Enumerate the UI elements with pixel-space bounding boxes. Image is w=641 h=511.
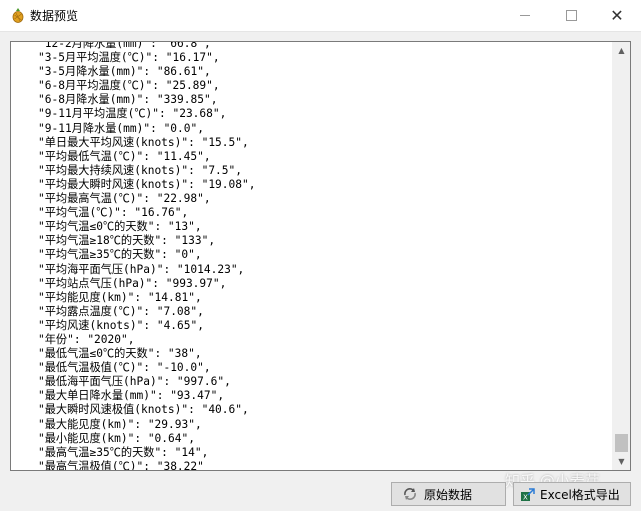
json-line: "平均最低气温(℃)": "11.45", (38, 149, 211, 163)
scroll-down-arrow-icon[interactable]: ▼ (613, 453, 630, 470)
close-button[interactable]: ✕ (594, 0, 640, 31)
json-line: "最低海平面气压(hPa)": "997.6", (38, 375, 231, 389)
json-line: "9-11月降水量(mm)": "0.0", (38, 121, 204, 135)
json-line: "平均最大持续风速(knots)": "7.5", (38, 163, 243, 177)
json-line: "9-11月平均温度(℃)": "23.68", (38, 107, 227, 121)
raw-data-button[interactable]: 原始数据 (391, 482, 506, 506)
pineapple-app-icon (12, 8, 24, 23)
json-line: "平均露点温度(℃)": "7.08", (38, 304, 204, 318)
json-line: "最高气温≥35℃的天数": "14", (38, 445, 209, 459)
refresh-arrows-icon (404, 488, 416, 500)
raw-data-label: 原始数据 (424, 487, 473, 502)
json-line: "平均气温≥35℃的天数": "0", (38, 248, 202, 262)
json-line: "最大单日降水量(mm)": "93.47", (38, 389, 225, 403)
json-line: "6-8月平均温度(℃)": "25.89", (38, 79, 220, 93)
json-line: "平均最大瞬时风速(knots)": "19.08", (38, 177, 256, 191)
json-line: "最大能见度(km)": "29.93", (38, 417, 202, 431)
json-line: "平均能见度(km)": "14.81", (38, 290, 202, 304)
json-line: "最低气温极值(℃)": "-10.0", (38, 361, 211, 375)
json-line: "平均气温≥18℃的天数": "133", (38, 234, 216, 248)
json-line: "平均气温≤0℃的天数": "13", (38, 220, 202, 234)
scrollbar-thumb[interactable] (615, 434, 628, 452)
json-line: "年份": "2020", (38, 332, 135, 346)
json-line: "12-2月降水量(mm)": "66.8", (38, 41, 211, 50)
minimize-icon (520, 15, 530, 16)
minimize-button[interactable] (502, 0, 548, 31)
json-line: "3-5月降水量(mm)": "86.61", (38, 65, 211, 79)
maximize-icon (565, 10, 577, 21)
json-line: "单日最大平均风速(knots)": "15.5", (38, 135, 249, 149)
vertical-scrollbar[interactable]: ▲ ▼ (612, 42, 630, 470)
json-line: "3-5月平均温度(℃)": "16.17", (38, 51, 220, 65)
json-line: "平均气温(℃)": "16.76", (38, 206, 189, 220)
json-line: "平均最高气温(℃)": "22.98", (38, 192, 211, 206)
json-line: "平均站点气压(hPa)": "993.97", (38, 276, 227, 290)
excel-export-label: Excel格式导出 (540, 487, 620, 502)
maximize-button[interactable] (548, 0, 594, 31)
excel-export-icon: X (521, 488, 535, 502)
json-lines: "12-2月降水量(mm)": "66.8", "3-5月平均温度(℃)": "1… (38, 41, 608, 470)
excel-export-button[interactable]: X Excel格式导出 (513, 482, 631, 506)
svg-text:X: X (523, 494, 528, 502)
json-line: "最低气温≤0℃的天数": "38", (38, 347, 202, 361)
json-line: "6-8月降水量(mm)": "339.85", (38, 93, 218, 107)
json-line: "平均风速(knots)": "4.65", (38, 318, 204, 332)
window-title: 数据预览 (30, 9, 79, 23)
json-line: "最小能见度(km)": "0.64", (38, 431, 195, 445)
json-preview-textarea[interactable]: "12-2月降水量(mm)": "66.8", "3-5月平均温度(℃)": "1… (10, 41, 631, 471)
data-preview-window: 数据预览 ✕ "12-2月降水量(mm)": "66.8", "3-5月平均温度(… (0, 0, 641, 511)
title-bar[interactable]: 数据预览 ✕ (0, 0, 641, 32)
close-icon: ✕ (610, 5, 624, 25)
scroll-up-arrow-icon[interactable]: ▲ (613, 42, 630, 59)
json-line: "平均海平面气压(hPa)": "1014.23", (38, 262, 245, 276)
json-line: "最大瞬时风速极值(knots)": "40.6", (38, 403, 249, 417)
